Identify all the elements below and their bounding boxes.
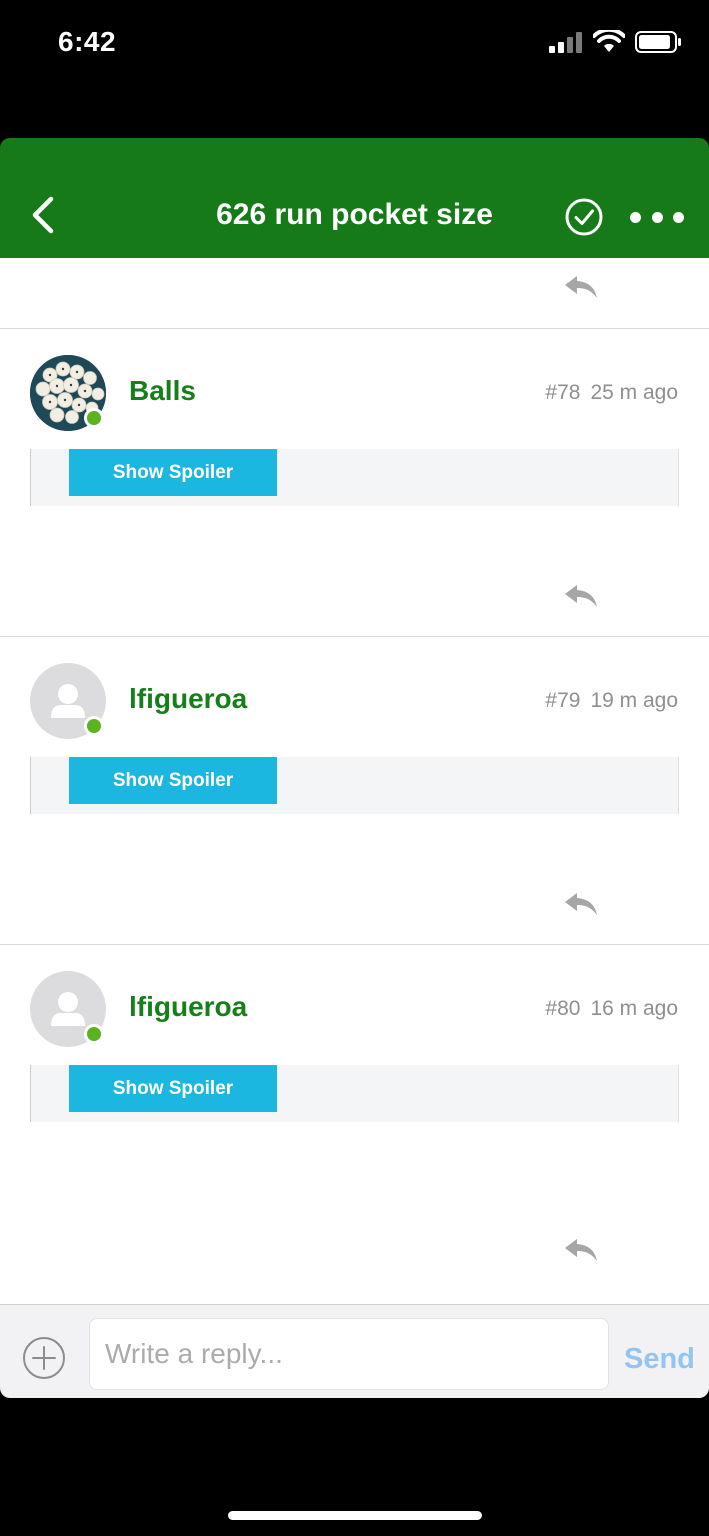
add-attachment-icon[interactable] — [22, 1336, 66, 1380]
status-icons — [549, 30, 683, 54]
reply-input[interactable] — [89, 1318, 609, 1390]
post-username[interactable]: Balls — [129, 375, 196, 407]
online-status-icon — [84, 1024, 104, 1044]
status-time: 6:42 — [58, 26, 117, 57]
online-status-icon — [84, 408, 104, 428]
online-status-icon — [84, 716, 104, 736]
cellular-signal-icon — [549, 32, 582, 53]
post-time: 16 m ago — [590, 997, 678, 1020]
show-spoiler-button[interactable]: Show Spoiler — [69, 1065, 277, 1112]
topic-header: 626 run pocket size — [0, 138, 709, 258]
battery-icon — [635, 31, 681, 53]
post-item: lfigueroa #80 16 m ago Show Spoiler — [0, 945, 709, 1261]
spoiler-block: Show Spoiler — [30, 449, 679, 506]
wifi-icon — [593, 30, 625, 52]
post-number: #79 — [545, 689, 581, 712]
post-meta: #79 19 m ago — [545, 689, 678, 713]
reply-icon[interactable] — [563, 583, 599, 609]
show-spoiler-button[interactable]: Show Spoiler — [69, 757, 277, 804]
post-time: 19 m ago — [590, 689, 678, 712]
post-meta: #78 25 m ago — [545, 381, 678, 405]
more-options-button[interactable] — [630, 206, 684, 228]
spoiler-block: Show Spoiler — [30, 757, 679, 814]
post-item: Balls #78 25 m ago Show Spoiler — [0, 329, 709, 637]
spoiler-block: Show Spoiler — [30, 1065, 679, 1122]
reply-icon[interactable] — [563, 891, 599, 917]
post-number: #78 — [545, 381, 581, 404]
post-username[interactable]: lfigueroa — [129, 683, 247, 715]
checkmark-circle-icon[interactable] — [564, 197, 604, 237]
thread-content: Balls #78 25 m ago Show Spoiler lfigueroa… — [0, 258, 709, 1304]
more-dot-icon — [651, 211, 663, 223]
post-meta: #80 16 m ago — [545, 997, 678, 1021]
reply-composer: Send — [0, 1304, 709, 1398]
post-username[interactable]: lfigueroa — [129, 991, 247, 1023]
more-dot-icon — [673, 211, 684, 223]
reply-icon[interactable] — [563, 274, 599, 300]
send-button[interactable]: Send — [624, 1343, 695, 1376]
more-dot-icon — [630, 211, 641, 223]
status-bar: 6:42 — [0, 0, 709, 138]
post-number: #80 — [545, 997, 581, 1020]
post-item: lfigueroa #79 19 m ago Show Spoiler — [0, 637, 709, 945]
post-time: 25 m ago — [590, 381, 678, 404]
reply-icon[interactable] — [563, 1237, 599, 1263]
show-spoiler-button[interactable]: Show Spoiler — [69, 449, 277, 496]
home-indicator[interactable] — [228, 1511, 482, 1520]
